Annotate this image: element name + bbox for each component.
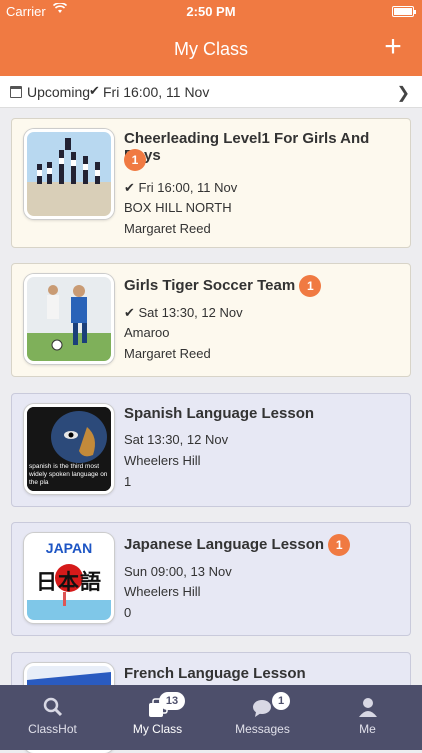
check-icon: ✔: [124, 305, 139, 320]
class-teacher: Margaret Reed: [124, 346, 211, 361]
tab-my-class[interactable]: 13 My Class: [105, 685, 210, 750]
tab-bar: ClassHot 13 My Class 1 Messages Me: [0, 685, 422, 750]
spanish-image-caption: spanish is the third most widely spoken …: [29, 463, 108, 486]
class-date: Sat 13:30, 12 Nov: [124, 432, 229, 447]
japanese-image: JAPAN 日本語: [24, 533, 114, 623]
upcoming-row[interactable]: Upcoming ✔ Fri 16:00, 11 Nov ❯: [0, 76, 422, 108]
tab-classhot[interactable]: ClassHot: [0, 685, 105, 750]
japan-image-kanji: 日本語: [36, 571, 102, 594]
tab-badge: 1: [272, 692, 290, 710]
add-class-button[interactable]: +: [380, 32, 406, 62]
class-location: Wheelers Hill: [124, 453, 201, 468]
tab-label: Messages: [235, 722, 290, 736]
tab-me[interactable]: Me: [315, 685, 420, 750]
tab-messages[interactable]: 1 Messages: [210, 685, 315, 750]
class-title: French Language Lesson: [124, 665, 306, 682]
class-card-spanish[interactable]: spanish is the third most widely spoken …: [11, 393, 411, 507]
upcoming-date: Fri 16:00, 11 Nov: [103, 84, 210, 100]
calendar-icon: [10, 86, 22, 98]
class-count: 1: [124, 474, 132, 489]
upcoming-label: Upcoming: [27, 84, 91, 100]
chat-icon: [252, 697, 274, 719]
class-card-soccer[interactable]: Girls Tiger Soccer Team 1 ✔ Sat 13:30, 1…: [11, 263, 411, 377]
spanish-image: spanish is the third most widely spoken …: [24, 404, 114, 494]
soccer-image: [24, 274, 114, 364]
status-bar: Carrier 2:50 PM: [0, 0, 422, 24]
class-card-japanese[interactable]: JAPAN 日本語 Japanese Language Lesson 1 Sun…: [11, 522, 411, 636]
status-time: 2:50 PM: [186, 4, 236, 19]
class-location: BOX HILL NORTH: [124, 200, 232, 215]
cheerleading-image: [24, 129, 114, 219]
class-title: Japanese Language Lesson 1: [124, 534, 351, 556]
class-badge: 1: [328, 534, 351, 556]
class-date: ✔ Fri 16:00, 11 Nov: [124, 180, 238, 195]
class-date: ✔ Sat 13:30, 12 Nov: [124, 305, 243, 320]
class-teacher: Margaret Reed: [124, 221, 211, 236]
check-icon: ✔: [124, 180, 139, 195]
class-title: Girls Tiger Soccer Team 1: [124, 275, 322, 297]
battery-icon: [392, 6, 416, 17]
tab-badge: 13: [159, 692, 185, 710]
search-icon: [42, 697, 64, 719]
class-count: 0: [124, 605, 132, 620]
chevron-right-icon: ❯: [396, 85, 410, 102]
class-badge: 1: [124, 149, 146, 171]
class-title: Cheerleading Level1 For Girls And Boys: [124, 130, 370, 164]
class-date: Sun 09:00, 13 Nov: [124, 564, 232, 579]
class-card-cheerleading[interactable]: Cheerleading Level1 For Girls And Boys 1…: [11, 118, 411, 248]
tab-label: Me: [359, 722, 376, 736]
person-icon: [357, 697, 379, 719]
class-title: Spanish Language Lesson: [124, 405, 315, 422]
tab-label: ClassHot: [28, 722, 77, 736]
class-location: Amaroo: [124, 325, 170, 340]
page-title: My Class: [173, 39, 248, 59]
class-location: Wheelers Hill: [124, 584, 201, 599]
class-badge: 1: [299, 275, 322, 297]
navigation-bar: My Class +: [0, 24, 422, 76]
tab-label: My Class: [132, 722, 183, 736]
check-icon: ✔: [89, 83, 100, 98]
